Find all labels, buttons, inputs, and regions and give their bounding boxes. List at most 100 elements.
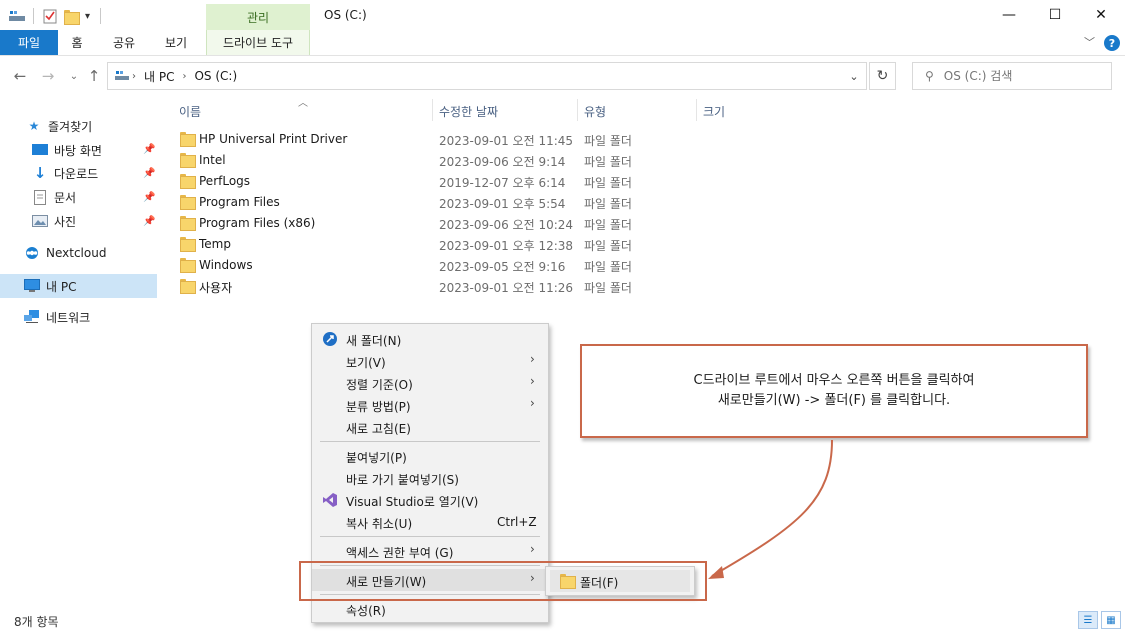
search-input[interactable] bbox=[943, 69, 1104, 83]
tab-manage[interactable]: 관리 bbox=[206, 4, 310, 30]
desktop-icon bbox=[32, 142, 48, 158]
file-type: 파일 폴더 bbox=[584, 155, 632, 169]
menu-item-label: 새로 고침(E) bbox=[346, 422, 411, 436]
menu-item-view[interactable]: 보기(V) › bbox=[312, 350, 550, 372]
tab-home[interactable]: 홈 bbox=[60, 30, 94, 55]
visual-studio-icon bbox=[322, 492, 338, 508]
star-icon: ★ bbox=[28, 119, 40, 133]
sidebar-item-this-pc[interactable]: 내 PC bbox=[0, 274, 157, 298]
large-icons-view-icon[interactable]: ▦ bbox=[1101, 611, 1121, 629]
sidebar-item-network[interactable]: 네트워크 bbox=[24, 306, 90, 328]
column-divider[interactable] bbox=[577, 99, 578, 121]
sidebar-item-quick-access[interactable]: ★ 즐겨찾기 bbox=[26, 115, 93, 137]
folder-icon bbox=[180, 153, 196, 168]
menu-item-label: Visual Studio로 열기(V) bbox=[346, 495, 479, 509]
menu-item-open-visual-studio[interactable]: Visual Studio로 열기(V) bbox=[312, 489, 550, 511]
column-header-name[interactable]: 이름 bbox=[179, 100, 201, 122]
tab-share[interactable]: 공유 bbox=[102, 30, 146, 55]
close-button[interactable]: ✕ bbox=[1078, 0, 1124, 30]
properties-icon[interactable] bbox=[42, 6, 58, 26]
file-name: Program Files (x86) bbox=[199, 216, 316, 230]
table-row[interactable]: 사용자 2023-09-01 오전 11:26 파일 폴더 bbox=[172, 276, 672, 297]
menu-item-paste[interactable]: 붙여넣기(P) bbox=[312, 445, 550, 467]
table-row[interactable]: Windows 2023-09-05 오전 9:16 파일 폴더 bbox=[172, 255, 672, 276]
table-row[interactable]: HP Universal Print Driver 2023-09-01 오전 … bbox=[172, 129, 672, 150]
details-view-icon[interactable]: ☰ bbox=[1078, 611, 1098, 629]
address-dropdown-icon[interactable]: ⌄ bbox=[844, 66, 864, 86]
folder-icon bbox=[180, 258, 196, 273]
back-arrow-icon[interactable]: ← bbox=[10, 66, 30, 86]
column-header-size[interactable]: 크기 bbox=[703, 100, 725, 122]
sidebar-item-label: 사진 bbox=[54, 214, 77, 229]
search-box[interactable]: ⚲ bbox=[912, 62, 1112, 90]
navigation-pane: ★ 즐겨찾기 바탕 화면 ↓ 다운로드 문서 사진 📌 📌 📌 📌 Nextcl… bbox=[0, 96, 160, 606]
column-header-date[interactable]: 수정한 날짜 bbox=[439, 100, 498, 122]
help-icon[interactable]: ? bbox=[1104, 35, 1120, 51]
new-folder-icon[interactable] bbox=[64, 6, 80, 26]
column-divider[interactable] bbox=[696, 99, 697, 121]
breadcrumb-this-pc[interactable]: 내 PC bbox=[144, 68, 174, 85]
sidebar-item-desktop[interactable]: 바탕 화면 bbox=[32, 139, 102, 161]
window-title: OS (C:) bbox=[324, 8, 367, 22]
breadcrumb-drive[interactable]: OS (C:) bbox=[194, 69, 237, 83]
folder-icon bbox=[180, 216, 196, 231]
table-row[interactable]: Temp 2023-09-01 오후 12:38 파일 폴더 bbox=[172, 234, 672, 255]
pin-icon[interactable]: 📌 bbox=[143, 168, 155, 179]
chevron-right-icon: › bbox=[530, 352, 535, 366]
sidebar-item-label: 즐겨찾기 bbox=[48, 119, 93, 134]
nextcloud-icon bbox=[24, 245, 40, 261]
forward-arrow-icon[interactable]: → bbox=[38, 66, 58, 86]
menu-item-give-access[interactable]: 액세스 권한 부여 (G) › bbox=[312, 540, 550, 562]
file-type: 파일 폴더 bbox=[584, 176, 632, 190]
maximize-button[interactable]: ☐ bbox=[1032, 0, 1078, 30]
pin-icon[interactable]: 📌 bbox=[143, 192, 155, 203]
callout-line: C드라이브 루트에서 마우스 오른쪽 버튼을 클릭하여 bbox=[693, 373, 975, 388]
menu-item-sort[interactable]: 정렬 기준(O) › bbox=[312, 372, 550, 394]
pin-icon[interactable]: 📌 bbox=[143, 144, 155, 155]
file-date: 2023-09-01 오후 12:38 bbox=[439, 239, 574, 253]
annotation-arrow bbox=[708, 439, 833, 579]
column-divider[interactable] bbox=[432, 99, 433, 121]
menu-item-refresh[interactable]: 새로 고침(E) bbox=[312, 416, 550, 438]
sidebar-item-label: 문서 bbox=[54, 190, 77, 205]
minimize-button[interactable]: — bbox=[986, 0, 1032, 30]
divider bbox=[100, 8, 101, 24]
folder-icon bbox=[180, 237, 196, 252]
menu-item-paste-shortcut[interactable]: 바로 가기 붙여넣기(S) bbox=[312, 467, 550, 489]
pin-icon[interactable]: 📌 bbox=[143, 216, 155, 227]
pictures-icon bbox=[32, 213, 48, 229]
customize-dropdown-icon[interactable]: ▾ bbox=[85, 6, 90, 26]
menu-item-group[interactable]: 분류 방법(P) › bbox=[312, 394, 550, 416]
menu-item-label: 속성(R) bbox=[346, 604, 386, 618]
sidebar-item-label: 네트워크 bbox=[46, 310, 91, 325]
up-arrow-icon[interactable]: ↑ bbox=[84, 66, 104, 86]
sidebar-item-downloads[interactable]: ↓ 다운로드 bbox=[32, 162, 98, 184]
sidebar-item-pictures[interactable]: 사진 bbox=[32, 210, 76, 232]
menu-item-undo-copy[interactable]: 복사 취소(U) Ctrl+Z bbox=[312, 511, 550, 533]
table-row[interactable]: PerfLogs 2019-12-07 오후 6:14 파일 폴더 bbox=[172, 171, 672, 192]
chevron-right-icon: › bbox=[530, 374, 535, 388]
refresh-button[interactable]: ↻ bbox=[869, 62, 896, 90]
chevron-right-icon: › bbox=[530, 396, 535, 410]
recent-locations-icon[interactable]: ⌄ bbox=[64, 66, 84, 86]
column-header-type[interactable]: 유형 bbox=[584, 100, 606, 122]
ribbon-expand-icon[interactable]: ﹀ bbox=[1084, 34, 1095, 50]
tab-file[interactable]: 파일 bbox=[0, 30, 58, 55]
menu-item-properties[interactable]: 속성(R) bbox=[312, 598, 550, 620]
table-row[interactable]: Program Files (x86) 2023-09-06 오전 10:24 … bbox=[172, 213, 672, 234]
table-row[interactable]: Intel 2023-09-06 오전 9:14 파일 폴더 bbox=[172, 150, 672, 171]
table-row[interactable]: Program Files 2023-09-01 오후 5:54 파일 폴더 bbox=[172, 192, 672, 213]
file-name: PerfLogs bbox=[199, 174, 251, 188]
drive-icon[interactable] bbox=[8, 6, 26, 26]
file-date: 2023-09-01 오전 11:45 bbox=[439, 134, 574, 148]
tab-view[interactable]: 보기 bbox=[154, 30, 198, 55]
address-bar[interactable]: › 내 PC › OS (C:) bbox=[107, 62, 867, 90]
file-type: 파일 폴더 bbox=[584, 197, 632, 211]
file-name: 사용자 bbox=[199, 281, 233, 295]
menu-item-new-folder[interactable]: 새 폴더(N) bbox=[312, 328, 550, 350]
sidebar-item-nextcloud[interactable]: Nextcloud bbox=[24, 242, 106, 264]
file-name: HP Universal Print Driver bbox=[199, 132, 348, 146]
folder-icon bbox=[180, 132, 196, 147]
tab-drive-tools[interactable]: 드라이브 도구 bbox=[206, 30, 310, 55]
sidebar-item-documents[interactable]: 문서 bbox=[32, 186, 76, 208]
